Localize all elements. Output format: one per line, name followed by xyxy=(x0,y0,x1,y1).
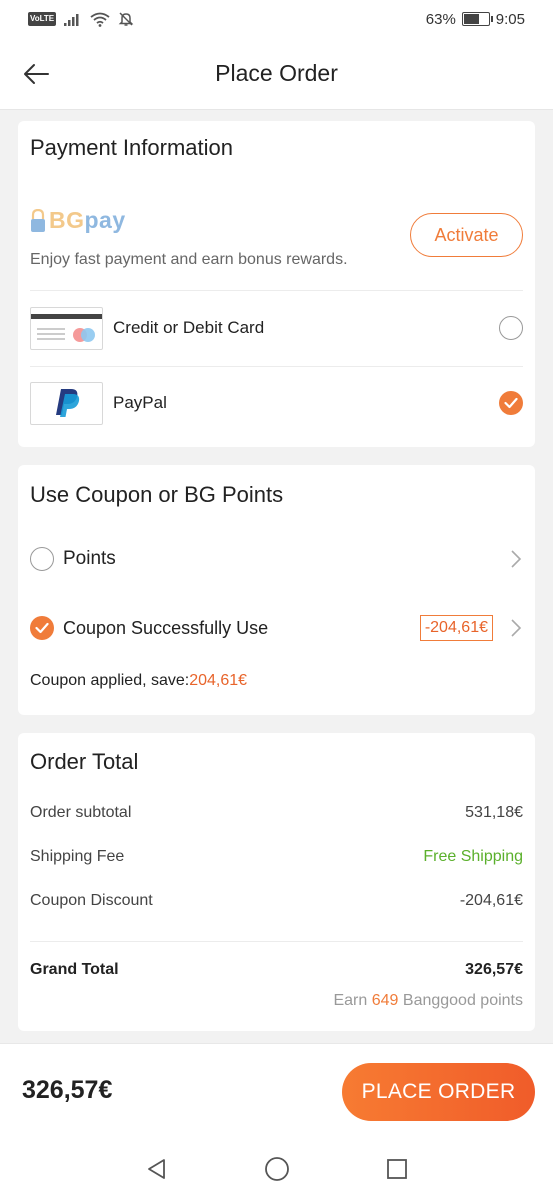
back-arrow-icon xyxy=(24,64,49,84)
coupon-applied-note: Coupon applied, save:204,61€ xyxy=(30,672,247,690)
subtotal-label: Order subtotal xyxy=(30,804,132,821)
shipping-row: Shipping Fee Free Shipping xyxy=(30,848,523,866)
bgpay-wordmark: BGpay xyxy=(49,207,126,233)
grand-total-value: 326,57€ xyxy=(465,961,523,978)
divider xyxy=(30,290,523,291)
credit-card-label: Credit or Debit Card xyxy=(113,318,265,337)
signal-icon xyxy=(64,14,79,26)
battery-percent: 63% xyxy=(425,10,456,28)
header: Place Order xyxy=(0,38,553,110)
nav-home-icon[interactable] xyxy=(264,1156,290,1182)
credit-card-icon xyxy=(30,306,103,350)
wifi-icon xyxy=(90,12,110,27)
battery-icon xyxy=(461,12,493,26)
grand-total-row: Grand Total 326,57€ xyxy=(30,961,523,979)
payment-method-paypal[interactable]: PayPal xyxy=(30,372,523,434)
clock: 9:05 xyxy=(495,10,525,28)
coupon-value-badge: -204,61€ xyxy=(419,615,493,641)
points-radio[interactable] xyxy=(30,547,54,571)
coupon-option[interactable]: Coupon Successfully Use -204,61€ xyxy=(30,608,523,648)
points-option[interactable]: Points xyxy=(30,539,523,579)
payment-information-card: Payment Information BGpay Enjoy fast pay… xyxy=(18,121,535,447)
shipping-label: Shipping Fee xyxy=(30,848,125,865)
subtotal-row: Order subtotal 531,18€ xyxy=(30,804,523,822)
back-button[interactable] xyxy=(18,56,54,92)
shipping-value: Free Shipping xyxy=(423,848,523,865)
paypal-radio-checked[interactable] xyxy=(499,391,523,415)
coupon-title: Use Coupon or BG Points xyxy=(30,482,284,507)
lock-icon xyxy=(31,208,45,232)
points-label: Points xyxy=(63,548,116,569)
check-icon xyxy=(35,622,49,634)
bgpay-logo: BGpay xyxy=(30,207,126,234)
coupon-points-card: Use Coupon or BG Points Points Coupon Su… xyxy=(18,465,535,715)
earn-points-text: Earn 649 Banggood points xyxy=(333,992,523,1010)
activate-button[interactable]: Activate xyxy=(410,213,523,257)
place-order-button[interactable]: PLACE ORDER xyxy=(342,1063,535,1121)
check-icon xyxy=(504,397,518,409)
earn-suffix: Banggood points xyxy=(402,992,523,1009)
notifications-off-icon xyxy=(118,12,134,26)
coupon-label: Coupon Successfully Use xyxy=(63,617,269,638)
nav-back-icon[interactable] xyxy=(145,1157,169,1181)
earn-prefix: Earn xyxy=(333,992,368,1009)
order-total-card: Order Total Order subtotal 531,18€ Shipp… xyxy=(18,733,535,1031)
coupon-discount-value: -204,61€ xyxy=(459,892,523,909)
bottom-bar: 326,57€ PLACE ORDER xyxy=(0,1043,553,1138)
coupon-discount-row: Coupon Discount -204,61€ xyxy=(30,892,523,910)
nav-recents-icon[interactable] xyxy=(385,1157,409,1181)
coupon-radio-checked[interactable] xyxy=(30,616,54,640)
chevron-right-icon xyxy=(511,550,522,568)
bottom-total: 326,57€ xyxy=(22,1076,113,1104)
coupon-note-prefix: Coupon applied, save: xyxy=(30,672,190,689)
system-nav-bar xyxy=(0,1138,553,1200)
chevron-right-icon xyxy=(511,619,522,637)
paypal-icon xyxy=(30,381,103,425)
grand-total-label: Grand Total xyxy=(30,961,119,978)
credit-card-radio[interactable] xyxy=(499,316,523,340)
page-title: Place Order xyxy=(215,60,338,86)
paypal-label: PayPal xyxy=(113,393,167,412)
coupon-discount-label: Coupon Discount xyxy=(30,892,153,909)
status-bar: VoLTE 63% 9:05 xyxy=(0,0,553,38)
bgpay-description: Enjoy fast payment and earn bonus reward… xyxy=(30,251,348,268)
divider xyxy=(30,941,523,942)
coupon-note-amount: 204,61€ xyxy=(189,672,248,689)
divider xyxy=(30,366,523,367)
payment-method-card[interactable]: Credit or Debit Card xyxy=(30,297,523,359)
order-total-title: Order Total xyxy=(30,749,139,774)
payment-title: Payment Information xyxy=(30,135,233,160)
subtotal-value: 531,18€ xyxy=(465,804,523,821)
earn-points: 649 xyxy=(371,992,399,1009)
volte-icon: VoLTE xyxy=(28,12,57,26)
